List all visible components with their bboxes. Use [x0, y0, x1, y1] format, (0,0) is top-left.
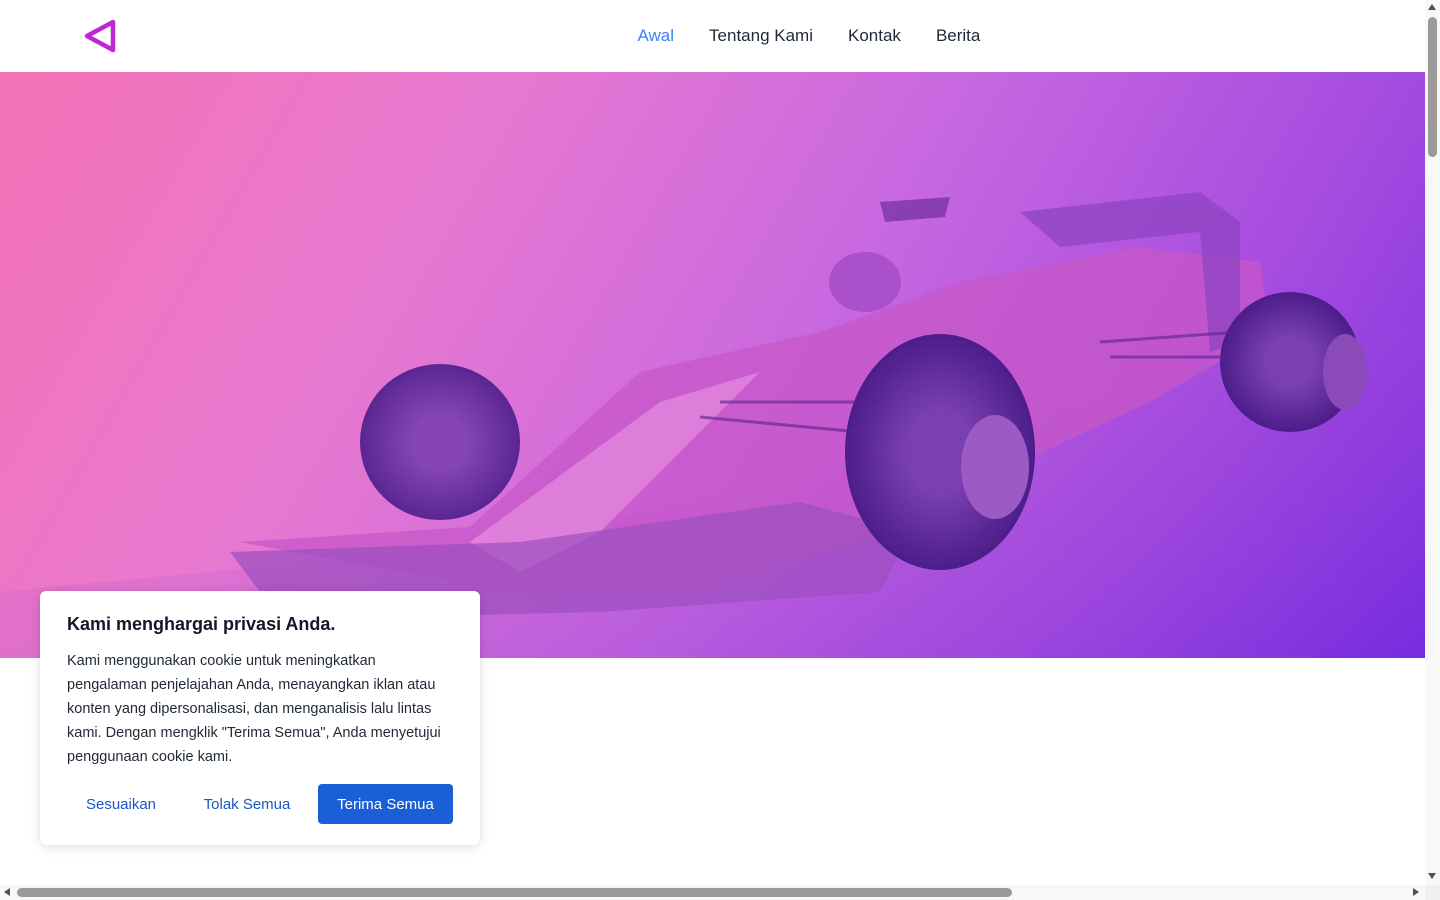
main-nav: Awal Tentang Kami Kontak Berita [620, 0, 998, 72]
vertical-scrollbar[interactable] [1425, 0, 1440, 885]
horizontal-scrollbar-thumb[interactable] [17, 888, 1012, 897]
scrollbar-corner [1425, 885, 1440, 900]
vertical-scrollbar-thumb[interactable] [1428, 17, 1437, 157]
customize-button[interactable]: Sesuaikan [68, 784, 174, 824]
horizontal-scrollbar[interactable] [0, 885, 1425, 900]
nav-link-home[interactable]: Awal [620, 0, 692, 72]
hero-banner [0, 72, 1425, 658]
reject-all-button[interactable]: Tolak Semua [186, 784, 308, 824]
nav-link-news[interactable]: Berita [918, 0, 997, 72]
scroll-up-arrow-icon[interactable] [1428, 4, 1436, 10]
scroll-down-arrow-icon[interactable] [1428, 873, 1436, 879]
cookie-banner-text: Kami menggunakan cookie untuk meningkatk… [67, 653, 441, 765]
logo-icon[interactable] [82, 18, 118, 54]
scroll-right-arrow-icon[interactable] [1413, 888, 1419, 896]
nav-link-about[interactable]: Tentang Kami [692, 0, 831, 72]
nav-link-contact[interactable]: Kontak [831, 0, 919, 72]
page: Awal Tentang Kami Kontak Berita Kami men… [0, 0, 1425, 885]
scroll-left-arrow-icon[interactable] [4, 888, 10, 896]
cookie-banner-title: Kami menghargai privasi Anda. [67, 614, 336, 634]
race-car-image [0, 192, 1425, 658]
accept-all-button[interactable]: Terima Semua [318, 784, 453, 824]
site-header: Awal Tentang Kami Kontak Berita [0, 0, 1425, 72]
cookie-consent-banner: Kami menghargai privasi Anda. Kami mengg… [40, 591, 480, 845]
